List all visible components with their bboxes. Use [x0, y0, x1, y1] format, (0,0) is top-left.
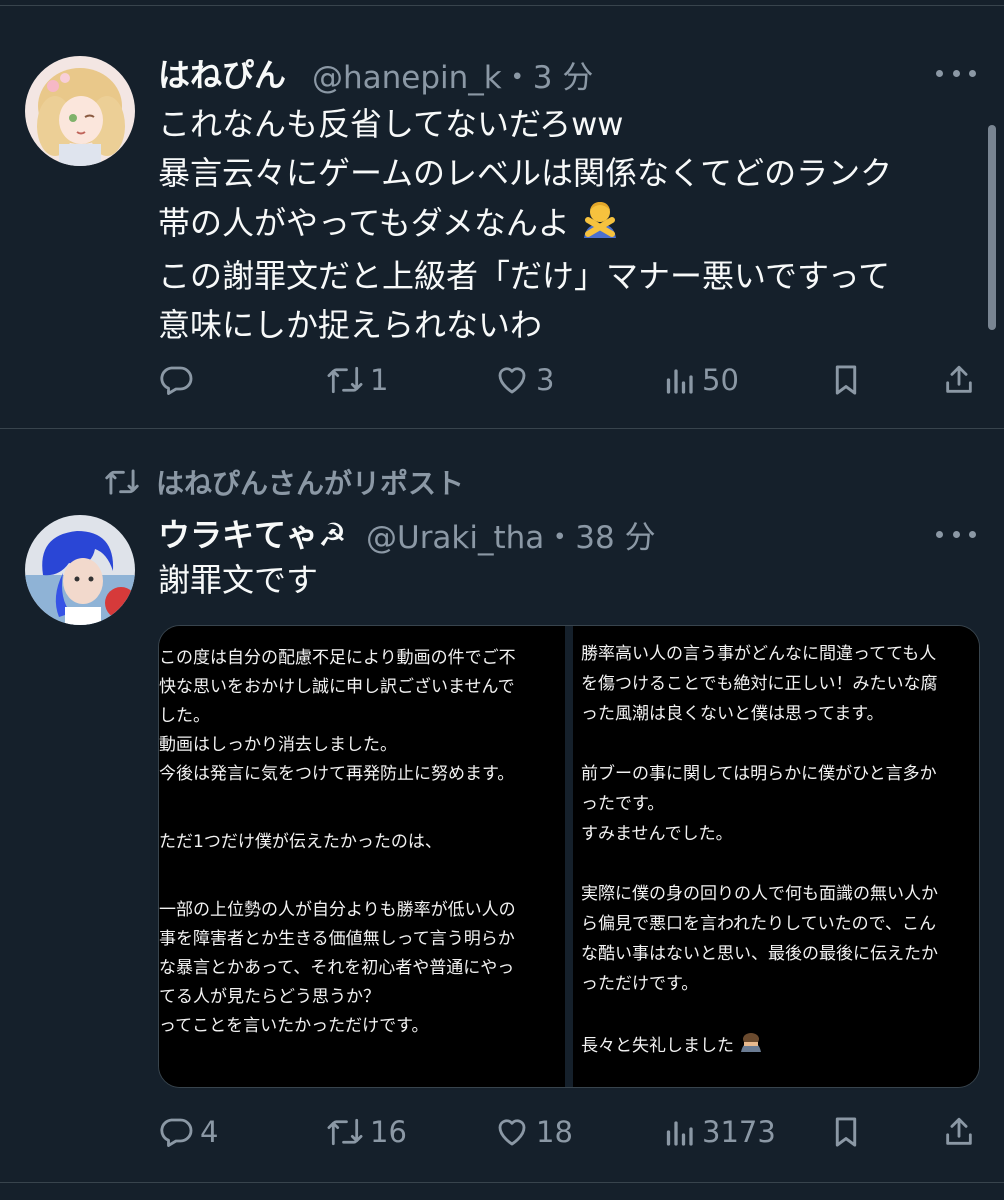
image-text: 快な思いをおかけし誠に申し訳ございませんで	[159, 677, 515, 697]
text-line: これなんも反省してないだろww	[158, 105, 624, 143]
views-chart-icon	[666, 1121, 693, 1146]
heart-icon	[498, 1119, 526, 1146]
image-text: な酷い事はないと思い、最後の最後に伝えたか	[581, 944, 938, 964]
reply-button[interactable]	[158, 362, 200, 398]
text-line-with-emoji: 帯の人がやってもダメなんよ	[158, 198, 892, 252]
like-button[interactable]: 3	[494, 362, 554, 398]
scrollbar-thumb[interactable]	[988, 125, 996, 330]
views-count: 50	[702, 363, 739, 397]
tweet-text: 謝罪文です	[158, 556, 318, 605]
display-name[interactable]: はねぴん	[158, 50, 286, 96]
handle[interactable]: @hanepin_k・3 分	[312, 52, 593, 97]
repost-icon	[105, 469, 139, 495]
image-text: ら偏見で悪口を言われたりしていたので、こん	[581, 914, 936, 934]
repost-button[interactable]: 16	[326, 1114, 407, 1150]
image-text: ったです。	[581, 794, 665, 814]
image-text: を傷つけることでも絶対に正しい！みたいな腐	[581, 674, 938, 694]
image-text: っただけです。	[581, 974, 699, 994]
image-text: な暴言とかあって、それを初心者や普通にやっ	[159, 958, 515, 978]
media-gap	[565, 626, 573, 1087]
bookmark-icon	[835, 1117, 857, 1147]
share-button[interactable]	[942, 362, 976, 398]
repost-context[interactable]: はねぴんさんがリポスト	[104, 462, 464, 502]
timestamp[interactable]: ・38 分	[544, 520, 655, 556]
person-bowing-icon	[739, 1030, 763, 1062]
views-chart-icon	[666, 369, 693, 394]
repost-icon	[327, 366, 363, 394]
handle[interactable]: @Uraki_tha・38 分	[366, 512, 656, 557]
image-text: 事を障害者とか生きる価値無しって言う明らか	[159, 929, 515, 949]
image-text: ただ1つだけ僕が伝えたかったのは、	[159, 832, 442, 852]
text-line: 暴言云々にゲームのレベルは関係なくてどのランク	[158, 154, 893, 192]
text-line: 帯の人がやってもダメなんよ	[158, 204, 570, 242]
image-text: この度は自分の配慮不足により動画の件でご不	[159, 648, 516, 668]
handle-text[interactable]: @Uraki_tha	[366, 520, 544, 556]
image-text: した。	[159, 706, 210, 726]
views-button[interactable]: 50	[662, 362, 739, 398]
image-text: 前ブーの事に関しては明らかに僕がひと言多か	[581, 764, 937, 784]
image-text-with-emoji: 長々と失礼しました	[581, 1030, 763, 1062]
bottom-divider	[0, 1182, 1004, 1183]
timestamp[interactable]: ・3 分	[502, 60, 594, 96]
tweet-media[interactable]: この度は自分の配慮不足により動画の件でご不 快な思いをおかけし誠に申し訳ございま…	[158, 625, 980, 1088]
image-text: 長々と失礼しました	[581, 1036, 734, 1056]
handle-text[interactable]: @hanepin_k	[312, 60, 502, 96]
like-count: 3	[536, 363, 555, 397]
text-line: 謝罪文です	[158, 561, 319, 599]
bookmark-button[interactable]	[830, 1114, 862, 1150]
bookmark-button[interactable]	[830, 362, 862, 398]
reply-count: 4	[200, 1115, 219, 1149]
views-button[interactable]: 3173	[662, 1114, 776, 1150]
image-text: てる人が見たらどう思うか？	[159, 987, 380, 1007]
image-text: ってことを言いたかっただけです。	[159, 1016, 429, 1036]
image-text: 一部の上位勢の人が自分よりも勝率が低い人の	[159, 900, 516, 920]
reply-button[interactable]: 4	[158, 1114, 218, 1150]
text-line: この謝罪文だと上級者「だけ」マナー悪いですって	[158, 257, 891, 295]
repost-button[interactable]: 1	[326, 362, 388, 398]
text-line: 意味にしか捉えられないわ	[158, 306, 543, 344]
display-name[interactable]: ウラキてゃ☭	[158, 510, 347, 556]
tweet-text: これなんも反省してないだろww 暴言云々にゲームのレベルは関係なくてどのランク …	[158, 100, 892, 350]
views-count: 3173	[702, 1115, 776, 1149]
more-options-icon[interactable]	[936, 67, 976, 79]
repost-icon	[327, 1118, 363, 1146]
bookmark-icon	[835, 365, 857, 395]
repost-count: 1	[370, 363, 389, 397]
avatar[interactable]	[25, 515, 135, 625]
image-text: 動画はしっかり消去しました。	[159, 735, 397, 755]
share-button[interactable]	[942, 1114, 976, 1150]
image-text: すみませんでした。	[581, 824, 733, 844]
reply-icon	[160, 366, 193, 395]
more-options-icon[interactable]	[936, 528, 976, 540]
media-image-right[interactable]: 勝率高い人の言う事がどんなに間違ってても人 を傷つけることでも絶対に正しい！みた…	[573, 626, 979, 1087]
like-count: 18	[536, 1115, 573, 1149]
heart-icon	[498, 367, 526, 394]
repost-context-text: はねぴんさんがリポスト	[156, 467, 465, 500]
share-icon	[946, 1117, 972, 1145]
image-text: 実際に僕の身の回りの人で何も面識の無い人か	[581, 884, 938, 904]
image-text: った風潮は良くないと僕は思ってます。	[581, 704, 884, 724]
like-button[interactable]: 18	[494, 1114, 573, 1150]
avatar[interactable]	[25, 56, 135, 166]
image-text: 勝率高い人の言う事がどんなに間違ってても人	[581, 644, 937, 664]
repost-count: 16	[370, 1115, 407, 1149]
image-text: 今後は発言に気をつけて再発防止に努めます。	[159, 764, 515, 784]
media-image-left[interactable]: この度は自分の配慮不足により動画の件でご不 快な思いをおかけし誠に申し訳ございま…	[159, 626, 565, 1087]
share-icon	[946, 365, 972, 393]
person-gesturing-no-icon	[580, 198, 620, 252]
tweet-divider	[0, 428, 1004, 429]
reply-icon	[160, 1118, 193, 1147]
top-divider	[0, 5, 1004, 6]
